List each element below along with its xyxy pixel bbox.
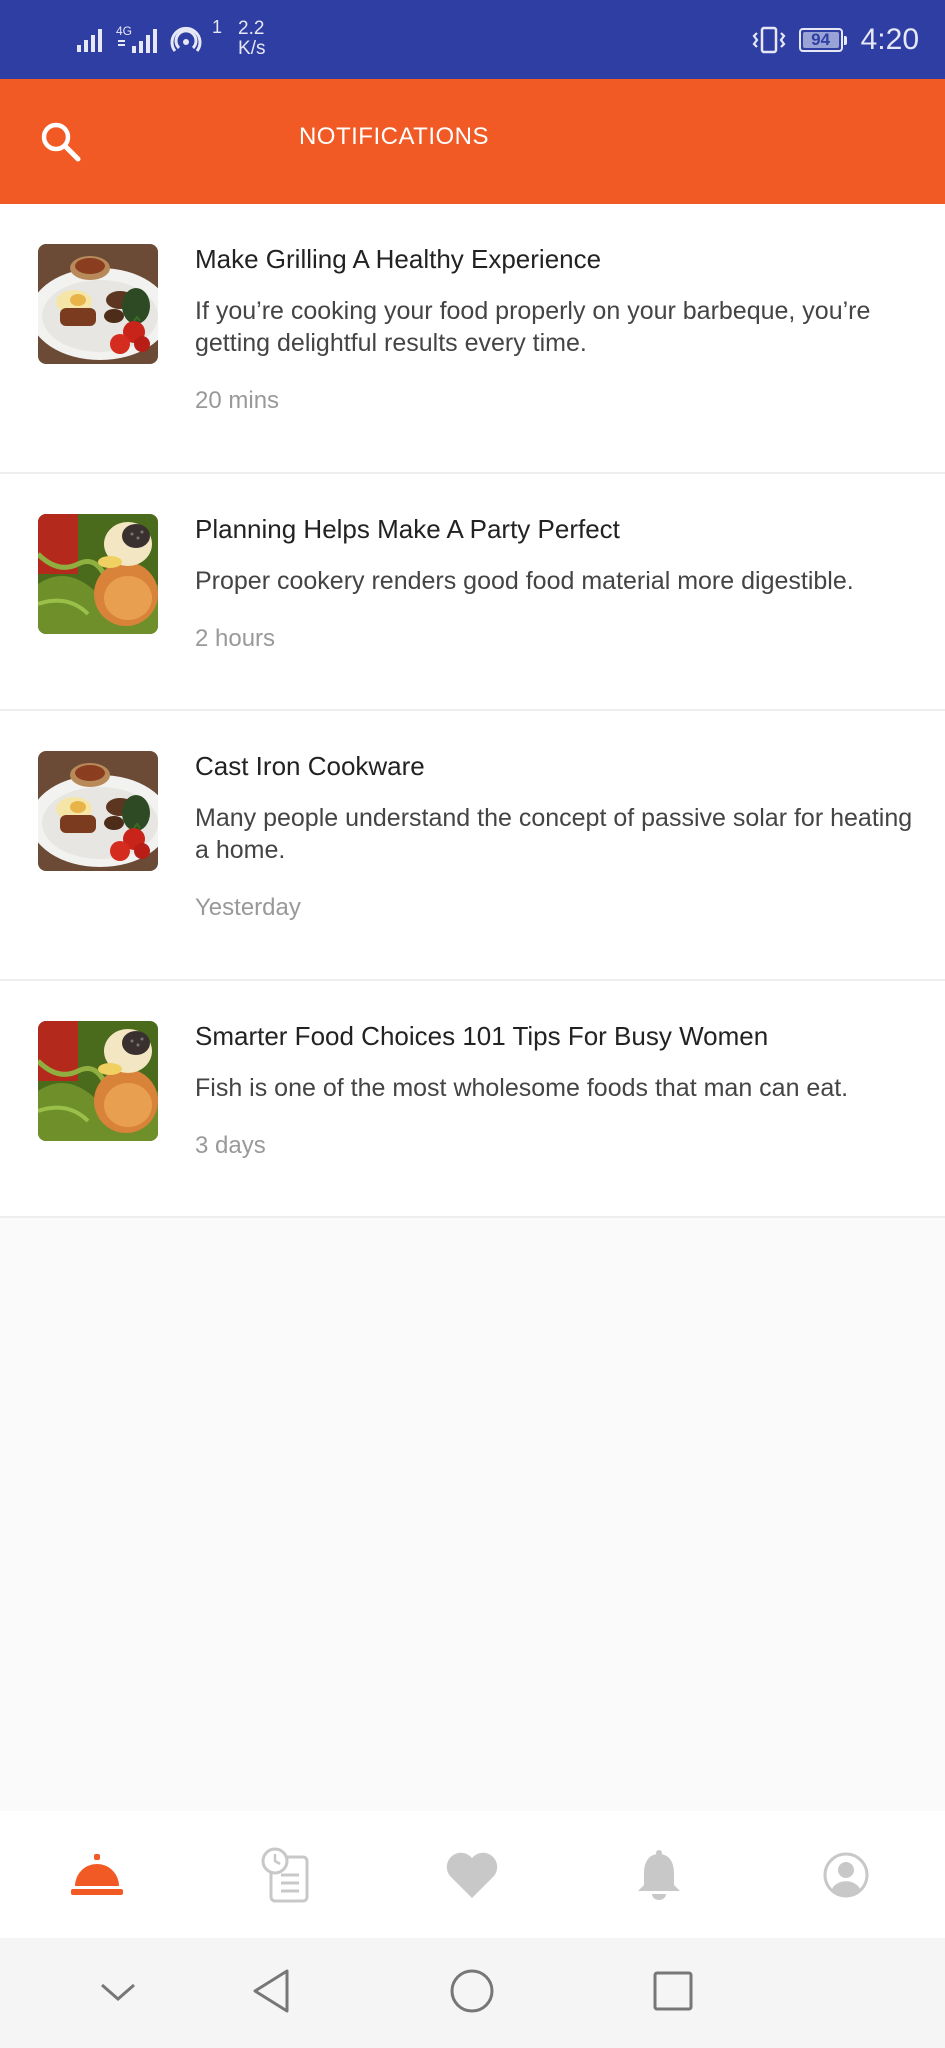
notification-content: Smarter Food Choices 101 Tips For Busy W…: [195, 1019, 931, 1161]
home-button[interactable]: [447, 1938, 497, 2048]
notification-title: Cast Iron Cookware: [195, 751, 425, 781]
network-speed-value: 2.2: [238, 18, 265, 39]
notification-content: Cast Iron Cookware Many people understan…: [195, 749, 931, 923]
hotspot-icon: [170, 24, 202, 54]
battery-indicator: 94: [798, 28, 847, 52]
status-time: 4:20: [860, 23, 919, 56]
page-title: NOTIFICATIONS: [298, 123, 490, 150]
tab-profile[interactable]: [751, 1811, 940, 1938]
notification-time: Yesterday: [195, 894, 301, 921]
network-speed-unit: K/s: [238, 38, 266, 59]
notification-content: Planning Helps Make A Party Perfect Prop…: [195, 512, 931, 654]
hide-nav-button[interactable]: [92, 1938, 144, 2048]
notification-item[interactable]: Make Grilling A Healthy Experience If yo…: [0, 204, 945, 474]
notification-description: Many people understand the concept of pa…: [195, 804, 913, 864]
chevron-down-icon: [98, 1979, 138, 2008]
notification-description: If you’re cooking your food properly on …: [195, 297, 871, 357]
salad-dish-thumbnail: [38, 514, 158, 634]
tab-notifications[interactable]: [564, 1811, 753, 1938]
status-right: 94 4:20: [751, 14, 919, 66]
recents-button[interactable]: [648, 1938, 698, 2048]
app-header: NOTIFICATIONS: [0, 79, 945, 204]
back-icon: [249, 1967, 293, 2020]
home-icon: [449, 1968, 495, 2019]
notification-title: Planning Helps Make A Party Perfect: [195, 514, 620, 544]
status-left: 4G 1 2.2 K/s: [76, 14, 265, 64]
tab-favorites[interactable]: [377, 1811, 566, 1938]
notification-time: 2 hours: [195, 625, 276, 652]
notification-title: Make Grilling A Healthy Experience: [195, 244, 602, 274]
network-type-label: 4G: [116, 24, 132, 38]
salad-dish-thumbnail: [38, 1021, 158, 1141]
notification-time: 3 days: [195, 1132, 266, 1159]
notification-item[interactable]: Smarter Food Choices 101 Tips For Busy W…: [0, 981, 945, 1218]
profile-icon: [823, 1852, 869, 1898]
hotspot-badge: 1: [212, 16, 223, 37]
system-navigation-bar: [0, 1938, 945, 2048]
bottom-tab-bar: [0, 1811, 945, 1938]
vibrate-icon: [751, 25, 787, 55]
tab-home[interactable]: [2, 1811, 191, 1938]
signal-4g-icon: 4G: [116, 24, 160, 54]
battery-level: 94: [811, 30, 831, 49]
back-button[interactable]: [246, 1938, 296, 2048]
network-speed: 2.2 K/s: [238, 19, 265, 59]
signal-bars-icon: [76, 25, 106, 53]
notification-item[interactable]: Cast Iron Cookware Many people understan…: [0, 711, 945, 981]
notification-item[interactable]: Planning Helps Make A Party Perfect Prop…: [0, 474, 945, 711]
cloche-icon: [70, 1852, 124, 1898]
notification-content: Make Grilling A Healthy Experience If yo…: [195, 242, 931, 416]
notification-title: Smarter Food Choices 101 Tips For Busy W…: [195, 1021, 769, 1051]
notification-description: Fish is one of the most wholesome foods …: [195, 1074, 849, 1102]
heart-icon: [444, 1850, 500, 1900]
notification-list: Make Grilling A Healthy Experience If yo…: [0, 204, 945, 1218]
order-history-icon: [261, 1847, 311, 1903]
notification-description: Proper cookery renders good food materia…: [195, 567, 854, 595]
recents-icon: [652, 1970, 694, 2017]
grilled-plate-thumbnail: [38, 244, 158, 364]
tab-orders[interactable]: [191, 1811, 380, 1938]
grilled-plate-thumbnail: [38, 751, 158, 871]
notification-time: 20 mins: [195, 387, 280, 414]
status-bar: 4G 1 2.2 K/s 94 4:20: [0, 0, 945, 79]
bell-icon: [635, 1849, 683, 1901]
